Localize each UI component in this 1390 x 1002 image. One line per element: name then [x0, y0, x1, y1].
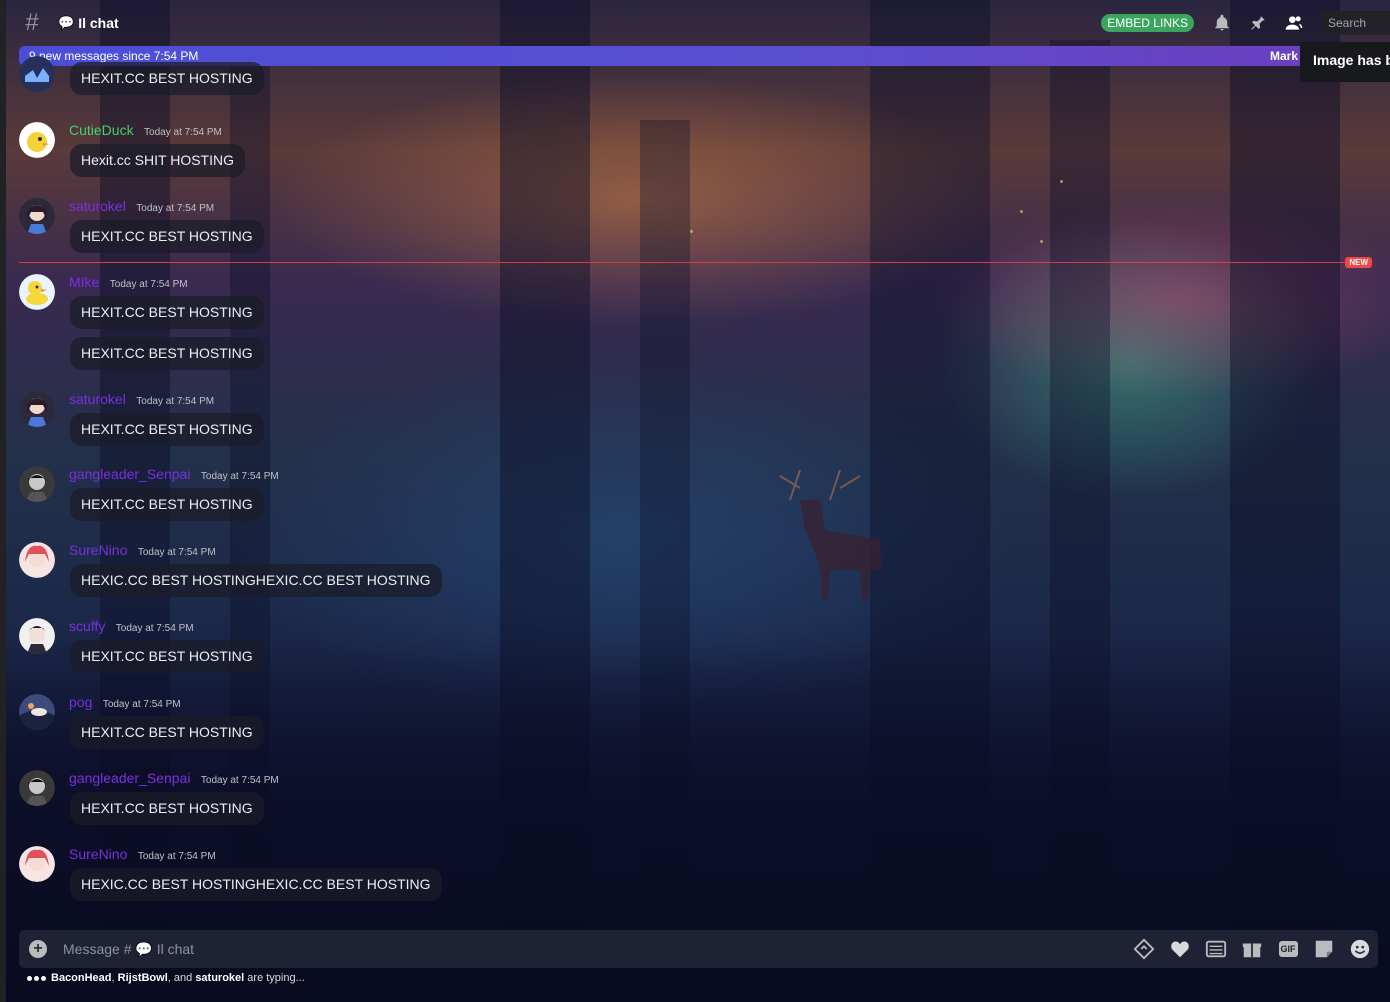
timestamp: Today at 7:54 PM: [136, 396, 215, 407]
add-attachment-button[interactable]: +: [29, 940, 47, 958]
timestamp: Today at 7:54 PM: [200, 775, 279, 786]
new-badge: NEW: [1345, 257, 1372, 268]
emoji-icon[interactable]: [1348, 937, 1372, 961]
gif-icon[interactable]: GIF: [1276, 937, 1300, 961]
username[interactable]: saturokel: [69, 391, 126, 407]
speech-bubble-icon: 💬: [135, 941, 153, 957]
typing-dots-icon: [27, 975, 46, 981]
message-list: HEXIT.CC BEST HOSTING CutieDuck Today at…: [0, 56, 1390, 926]
avatar[interactable]: [19, 846, 55, 882]
message-content: HEXIT.CC BEST HOSTING: [70, 337, 264, 370]
speech-bubble-icon: 💬: [58, 15, 75, 30]
username[interactable]: gangleader_Senpai: [69, 466, 190, 482]
heart-icon[interactable]: [1168, 937, 1192, 961]
message-content: HEXIT.CC BEST HOSTING: [70, 792, 264, 825]
message-content: HEXIT.CC BEST HOSTING: [70, 413, 264, 446]
avatar[interactable]: [19, 618, 55, 654]
message-content: HEXIT.CC BEST HOSTING: [70, 62, 264, 95]
avatar[interactable]: [19, 694, 55, 730]
message-content: HEXIT.CC BEST HOSTING: [70, 488, 264, 521]
message-composer[interactable]: + Message # 💬 Il chat GIF: [19, 930, 1378, 968]
gif-label: GIF: [1278, 941, 1298, 957]
channel-title: 💬 Il chat: [58, 15, 119, 31]
new-messages-text: 9 new messages since 7:54 PM: [29, 49, 199, 63]
channel-header: # 💬 Il chat EMBED LINKS Search: [0, 0, 1390, 46]
username[interactable]: saturokel: [69, 198, 126, 214]
username[interactable]: gangleader_Senpai: [69, 770, 190, 786]
typing-separator: , and: [167, 972, 196, 984]
typing-suffix: are typing...: [244, 972, 305, 984]
avatar[interactable]: [19, 274, 55, 310]
message-content: HEXIT.CC BEST HOSTING: [70, 220, 264, 253]
timestamp: Today at 7:54 PM: [144, 127, 222, 138]
username[interactable]: SureNino: [69, 542, 127, 558]
message-input[interactable]: Message # 💬 Il chat: [63, 941, 194, 958]
hash-icon: #: [25, 9, 39, 36]
placeholder-prefix: Message #: [63, 941, 132, 957]
typing-user: BaconHead: [51, 972, 112, 984]
code-icon[interactable]: [1132, 937, 1156, 961]
username[interactable]: pog: [69, 694, 92, 710]
member-list-icon[interactable]: [1282, 11, 1306, 35]
list-icon[interactable]: [1204, 937, 1228, 961]
message-content: HEXIT.CC BEST HOSTING: [70, 296, 264, 329]
timestamp: Today at 7:54 PM: [115, 623, 194, 634]
typing-user: RijstBowl: [117, 972, 168, 984]
mark-as-read-button[interactable]: Mark: [1270, 49, 1298, 63]
channel-name: Il chat: [78, 15, 119, 31]
username[interactable]: scuffy: [69, 618, 105, 634]
username[interactable]: MIke: [69, 274, 99, 290]
avatar[interactable]: [19, 466, 55, 502]
search-input[interactable]: Search: [1322, 11, 1390, 35]
avatar[interactable]: [19, 542, 55, 578]
avatar[interactable]: [19, 198, 55, 234]
bell-icon[interactable]: [1210, 11, 1234, 35]
message-content: HEXIT.CC BEST HOSTING: [70, 716, 264, 749]
header-toolbar: EMBED LINKS Search: [1101, 0, 1390, 46]
gift-icon[interactable]: [1240, 937, 1264, 961]
timestamp: Today at 7:54 PM: [200, 471, 279, 482]
message-content: Hexit.cc SHIT HOSTING: [70, 144, 245, 177]
timestamp: Today at 7:54 PM: [102, 699, 181, 710]
timestamp: Today at 7:54 PM: [137, 547, 216, 558]
pin-icon[interactable]: [1246, 11, 1270, 35]
placeholder-channel: Il chat: [156, 941, 195, 957]
message-content: HEXIC.CC BEST HOSTINGHEXIC.CC BEST HOSTI…: [70, 564, 442, 597]
username[interactable]: SureNino: [69, 846, 127, 862]
typing-indicator: BaconHead , RijstBowl , and saturokel ar…: [27, 972, 305, 984]
avatar[interactable]: [19, 122, 55, 158]
avatar[interactable]: [19, 56, 55, 92]
timestamp: Today at 7:54 PM: [136, 203, 215, 214]
avatar[interactable]: [19, 391, 55, 427]
composer-toolbar: GIF: [1120, 937, 1372, 961]
sticker-icon[interactable]: [1312, 937, 1336, 961]
timestamp: Today at 7:54 PM: [137, 851, 216, 862]
message-content: HEXIC.CC BEST HOSTINGHEXIC.CC BEST HOSTI…: [70, 868, 442, 901]
avatar[interactable]: [19, 770, 55, 806]
timestamp: Today at 7:54 PM: [109, 279, 188, 290]
embed-links-badge[interactable]: EMBED LINKS: [1101, 14, 1194, 32]
typing-user: saturokel: [195, 972, 245, 984]
new-messages-divider: NEW: [19, 257, 1372, 268]
username[interactable]: CutieDuck: [69, 122, 134, 138]
message-content: HEXIT.CC BEST HOSTING: [70, 640, 264, 673]
